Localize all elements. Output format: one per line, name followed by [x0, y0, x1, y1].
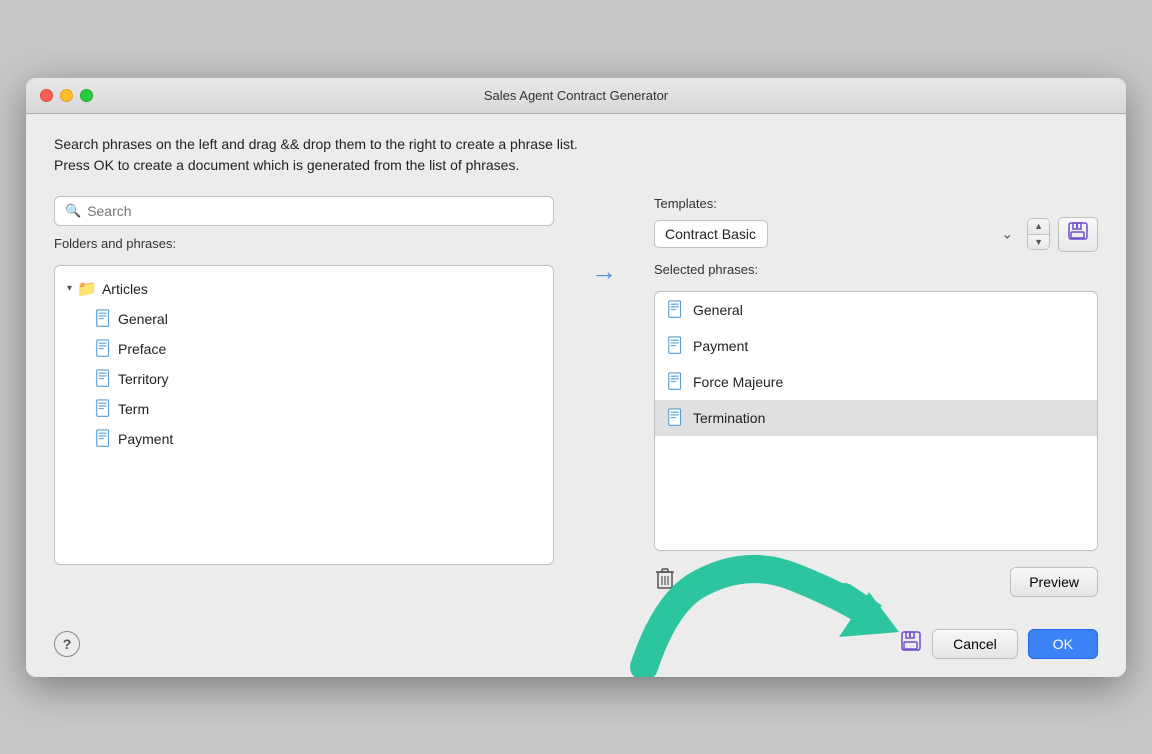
stepper-control: ▲ ▼ [1027, 218, 1050, 251]
phrase-item[interactable]: Force Majeure [655, 364, 1097, 400]
tree-panel: ▾ 📁 Articles [54, 265, 554, 565]
file-icon [95, 369, 113, 389]
list-item[interactable]: Preface [83, 334, 553, 364]
footer-actions: Cancel OK [900, 629, 1098, 659]
content-area: Search phrases on the left and drag && d… [26, 114, 1126, 617]
drag-arrow-area: → [574, 196, 634, 287]
templates-label: Templates: [654, 196, 1098, 211]
item-label: General [118, 311, 168, 327]
left-panel: 🔍 Folders and phrases: ▾ 📁 Articles [54, 196, 554, 565]
template-select-wrapper: Contract Basic ⌄ ▲ ▼ [654, 218, 1050, 251]
footer-save-button[interactable] [900, 630, 922, 657]
file-icon [667, 408, 685, 428]
phrase-item-selected[interactable]: Termination [655, 400, 1097, 436]
search-box: 🔍 [54, 196, 554, 226]
file-icon [95, 339, 113, 359]
phrase-item[interactable]: General [655, 292, 1097, 328]
save-template-button[interactable] [1058, 217, 1098, 252]
item-label: Territory [118, 371, 169, 387]
phrase-label: Force Majeure [693, 374, 783, 390]
save-purple-icon [900, 630, 922, 652]
item-label: Term [118, 401, 149, 417]
stepper-up-button[interactable]: ▲ [1028, 219, 1049, 235]
list-item[interactable]: Territory [83, 364, 553, 394]
item-label: Preface [118, 341, 166, 357]
select-arrow-icon: ⌄ [1001, 226, 1013, 243]
ok-button[interactable]: OK [1028, 629, 1098, 659]
instruction-text: Search phrases on the left and drag && d… [54, 134, 1098, 176]
title-bar: Sales Agent Contract Generator [26, 78, 1126, 114]
save-icon [1067, 222, 1089, 242]
folder-icon: 📁 [77, 279, 97, 299]
cancel-button[interactable]: Cancel [932, 629, 1018, 659]
file-icon [95, 309, 113, 329]
chevron-icon: ▾ [67, 283, 72, 294]
trash-icon [654, 567, 676, 591]
drag-arrow-icon: → [591, 256, 617, 287]
templates-label-row: Templates: Contract Basic ⌄ ▲ [654, 196, 1098, 252]
traffic-lights [40, 89, 93, 102]
help-button[interactable]: ? [54, 631, 80, 657]
main-window: Sales Agent Contract Generator Search ph… [26, 78, 1126, 677]
item-label: Payment [118, 431, 173, 447]
right-panel: Templates: Contract Basic ⌄ ▲ [654, 196, 1098, 597]
templates-row: Contract Basic ⌄ ▲ ▼ [654, 217, 1098, 252]
file-icon [667, 372, 685, 392]
footer: ? Cancel OK [26, 617, 1126, 677]
file-icon [95, 399, 113, 419]
file-icon [667, 300, 685, 320]
stepper-down-button[interactable]: ▼ [1028, 235, 1049, 250]
folders-section-label: Folders and phrases: [54, 236, 554, 251]
file-icon [667, 336, 685, 356]
search-input[interactable] [87, 203, 543, 219]
minimize-button[interactable] [60, 89, 73, 102]
list-item[interactable]: General [83, 304, 553, 334]
list-item[interactable]: Payment [83, 424, 553, 454]
delete-button[interactable] [654, 567, 676, 596]
window-title: Sales Agent Contract Generator [484, 88, 668, 103]
phrase-label: Termination [693, 410, 765, 426]
main-area: 🔍 Folders and phrases: ▾ 📁 Articles [54, 196, 1098, 597]
sub-items: General Preface [55, 304, 553, 454]
phrase-label: Payment [693, 338, 748, 354]
template-select[interactable]: Contract Basic [654, 220, 768, 248]
selected-phrases-label: Selected phrases: [654, 262, 1098, 277]
phrase-label: General [693, 302, 743, 318]
preview-button[interactable]: Preview [1010, 567, 1098, 597]
bottom-right-row: Preview [654, 567, 1098, 597]
template-dropdown-container: Contract Basic ⌄ [654, 220, 1021, 248]
search-icon: 🔍 [65, 203, 81, 219]
maximize-button[interactable] [80, 89, 93, 102]
folder-row-articles[interactable]: ▾ 📁 Articles [55, 274, 553, 304]
folder-label: Articles [102, 281, 148, 297]
file-icon [95, 429, 113, 449]
phrase-item[interactable]: Payment [655, 328, 1097, 364]
phrases-panel: General Payment [654, 291, 1098, 551]
close-button[interactable] [40, 89, 53, 102]
list-item[interactable]: Term [83, 394, 553, 424]
